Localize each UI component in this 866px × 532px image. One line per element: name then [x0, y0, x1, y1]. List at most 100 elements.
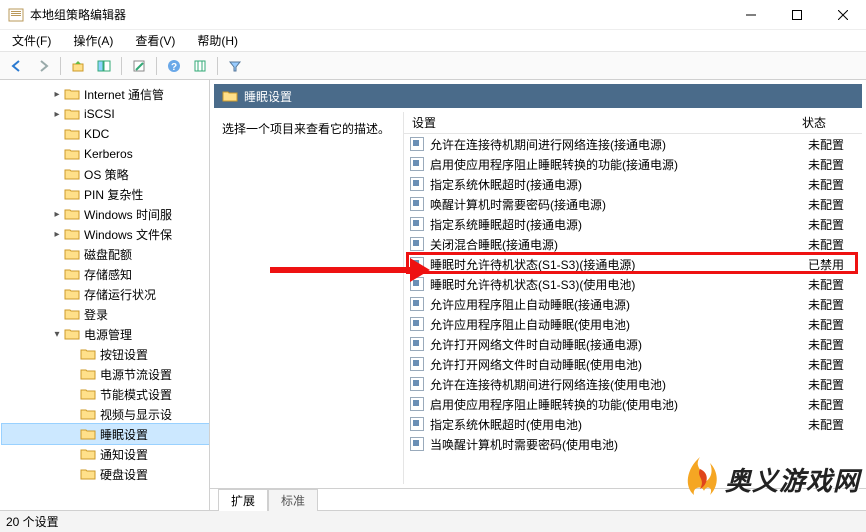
tree-item[interactable]: Kerberos: [2, 144, 209, 164]
col-state[interactable]: 状态: [802, 114, 862, 131]
settings-list[interactable]: 设置 状态 允许在连接待机期间进行网络连接(接通电源)未配置启用使应用程序阻止睡…: [404, 112, 862, 484]
list-item[interactable]: 指定系统休眠超时(使用电池)未配置: [404, 414, 862, 434]
properties-button[interactable]: [128, 55, 150, 77]
tree-item[interactable]: ▸ Windows 文件保: [2, 224, 209, 244]
maximize-button[interactable]: [774, 0, 820, 30]
close-button[interactable]: [820, 0, 866, 30]
tree-item[interactable]: 硬盘设置: [2, 464, 209, 484]
folder-icon: [64, 247, 80, 261]
tree-item[interactable]: 登录: [2, 304, 209, 324]
setting-state: 未配置: [808, 196, 862, 213]
setting-name: 允许在连接待机期间进行网络连接(接通电源): [430, 136, 808, 153]
policy-icon: [410, 197, 424, 211]
policy-icon: [410, 217, 424, 231]
list-item[interactable]: 指定系统休眠超时(接通电源)未配置: [404, 174, 862, 194]
menu-action[interactable]: 操作(A): [69, 30, 117, 51]
expander-icon[interactable]: ▸: [50, 89, 64, 100]
setting-state: 未配置: [808, 156, 862, 173]
setting-name: 指定系统休眠超时(使用电池): [430, 416, 808, 433]
tree-item[interactable]: 磁盘配额: [2, 244, 209, 264]
minimize-button[interactable]: [728, 0, 774, 30]
tree-item[interactable]: 节能模式设置: [2, 384, 209, 404]
list-item[interactable]: 允许打开网络文件时自动睡眠(使用电池)未配置: [404, 354, 862, 374]
tree-item[interactable]: 睡眠设置: [2, 424, 209, 444]
setting-name: 允许应用程序阻止自动睡眠(使用电池): [430, 316, 808, 333]
tree-item[interactable]: ▸iSCSI: [2, 104, 209, 124]
menu-view[interactable]: 查看(V): [131, 30, 179, 51]
list-item[interactable]: 关闭混合睡眠(接通电源)未配置: [404, 234, 862, 254]
window-buttons: [728, 0, 866, 30]
tree-item-label: PIN 复杂性: [84, 186, 143, 203]
setting-name: 指定系统睡眠超时(接通电源): [430, 216, 808, 233]
forward-button[interactable]: [32, 55, 54, 77]
window-title: 本地组策略编辑器: [30, 6, 728, 23]
folder-icon: [64, 107, 80, 121]
expander-icon[interactable]: ▸: [50, 109, 64, 120]
list-header[interactable]: 设置 状态: [404, 112, 862, 134]
col-setting[interactable]: 设置: [404, 114, 802, 131]
tree-item-label: Internet 通信管: [84, 86, 164, 103]
list-item[interactable]: 指定系统睡眠超时(接通电源)未配置: [404, 214, 862, 234]
expander-icon[interactable]: ▸: [50, 209, 64, 220]
setting-name: 允许应用程序阻止自动睡眠(接通电源): [430, 296, 808, 313]
menu-file[interactable]: 文件(F): [8, 30, 55, 51]
tree-item[interactable]: 存储感知: [2, 264, 209, 284]
tree-item-label: Windows 时间服: [84, 206, 172, 223]
tree-item[interactable]: 通知设置: [2, 444, 209, 464]
up-button[interactable]: [67, 55, 89, 77]
list-item[interactable]: 允许应用程序阻止自动睡眠(使用电池)未配置: [404, 314, 862, 334]
tree-item[interactable]: 视频与显示设: [2, 404, 209, 424]
folder-icon: [64, 267, 80, 281]
show-hide-tree-button[interactable]: [93, 55, 115, 77]
tree-item[interactable]: 电源节流设置: [2, 364, 209, 384]
setting-state: 未配置: [808, 216, 862, 233]
list-item[interactable]: 睡眠时允许待机状态(S1-S3)(使用电池)未配置: [404, 274, 862, 294]
setting-state: 未配置: [808, 236, 862, 253]
tab-standard[interactable]: 标准: [268, 489, 318, 511]
folder-icon: [222, 89, 238, 103]
path-label: 睡眠设置: [244, 88, 292, 105]
folder-icon: [64, 287, 80, 301]
folder-icon: [64, 87, 80, 101]
folder-icon: [64, 307, 80, 321]
setting-name: 唤醒计算机时需要密码(接通电源): [430, 196, 808, 213]
list-item[interactable]: 当唤醒计算机时需要密码(使用电池): [404, 434, 862, 454]
menu-help[interactable]: 帮助(H): [193, 30, 242, 51]
filter-button[interactable]: [224, 55, 246, 77]
folder-icon: [80, 347, 96, 361]
expander-icon[interactable]: ▸: [50, 229, 64, 240]
tree-pane[interactable]: ▸ Internet 通信管▸iSCSIKDCKerberosOS 策略 PIN 复…: [0, 80, 210, 510]
setting-state: 未配置: [808, 376, 862, 393]
titlebar: 本地组策略编辑器: [0, 0, 866, 30]
list-item[interactable]: 睡眠时允许待机状态(S1-S3)(接通电源)已禁用: [404, 254, 862, 274]
tree-item-label: Windows 文件保: [84, 226, 172, 243]
list-item[interactable]: 启用使应用程序阻止睡眠转换的功能(接通电源)未配置: [404, 154, 862, 174]
options-button[interactable]: [189, 55, 211, 77]
setting-name: 睡眠时允许待机状态(S1-S3)(使用电池): [430, 276, 808, 293]
policy-icon: [410, 157, 424, 171]
description-prompt: 选择一个项目来查看它的描述。: [222, 120, 395, 137]
tab-extended[interactable]: 扩展: [218, 489, 268, 511]
tree-item[interactable]: PIN 复杂性: [2, 184, 209, 204]
list-item[interactable]: 唤醒计算机时需要密码(接通电源)未配置: [404, 194, 862, 214]
list-item[interactable]: 启用使应用程序阻止睡眠转换的功能(使用电池)未配置: [404, 394, 862, 414]
tree-item[interactable]: 按钮设置: [2, 344, 209, 364]
setting-name: 允许打开网络文件时自动睡眠(接通电源): [430, 336, 808, 353]
tree-item[interactable]: ▸ Windows 时间服: [2, 204, 209, 224]
tree-item[interactable]: ▸ Internet 通信管: [2, 84, 209, 104]
setting-state: 未配置: [808, 316, 862, 333]
folder-icon: [64, 167, 80, 181]
tree-item[interactable]: 存储运行状况: [2, 284, 209, 304]
list-item[interactable]: 允许在连接待机期间进行网络连接(使用电池)未配置: [404, 374, 862, 394]
expander-icon[interactable]: ▾: [50, 329, 64, 340]
setting-name: 启用使应用程序阻止睡眠转换的功能(使用电池): [430, 396, 808, 413]
tree-item[interactable]: OS 策略: [2, 164, 209, 184]
folder-icon: [80, 427, 96, 441]
list-item[interactable]: 允许在连接待机期间进行网络连接(接通电源)未配置: [404, 134, 862, 154]
tree-item[interactable]: ▾电源管理: [2, 324, 209, 344]
back-button[interactable]: [6, 55, 28, 77]
help-button[interactable]: ?: [163, 55, 185, 77]
list-item[interactable]: 允许打开网络文件时自动睡眠(接通电源)未配置: [404, 334, 862, 354]
list-item[interactable]: 允许应用程序阻止自动睡眠(接通电源)未配置: [404, 294, 862, 314]
tree-item[interactable]: KDC: [2, 124, 209, 144]
